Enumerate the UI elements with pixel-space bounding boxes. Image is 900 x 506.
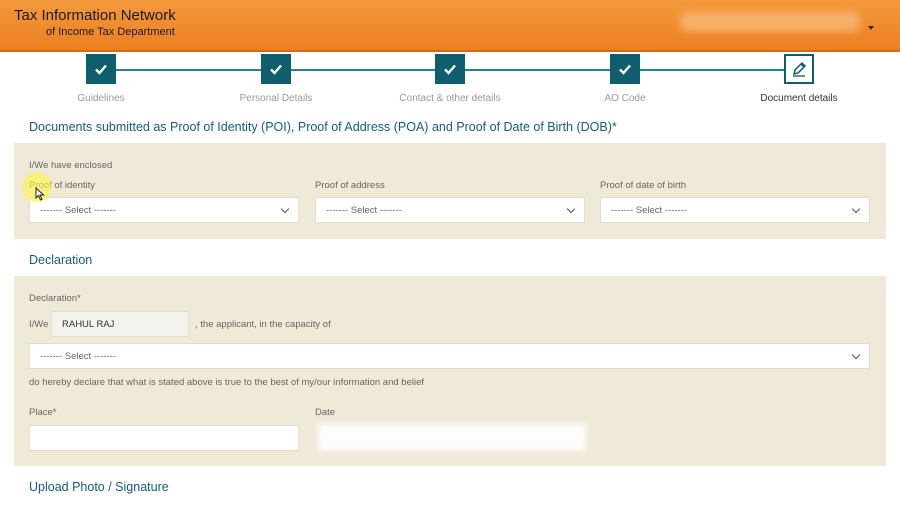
date-label: Date bbox=[315, 407, 336, 418]
dob-label: Proof of date of birth bbox=[600, 180, 687, 191]
step-personal-details-check-icon[interactable] bbox=[261, 54, 291, 84]
step-label-personal-details[interactable]: Personal Details bbox=[196, 93, 356, 104]
enclosed-label: I/We have enclosed bbox=[29, 160, 113, 171]
declaration-label: Declaration* bbox=[29, 293, 81, 304]
user-menu[interactable] bbox=[680, 12, 860, 32]
place-label: Place* bbox=[29, 407, 57, 418]
site-title: Tax Information Network bbox=[14, 7, 176, 24]
step-guidelines-check-icon[interactable] bbox=[86, 54, 116, 84]
place-input[interactable] bbox=[29, 425, 299, 451]
chevron-down-icon bbox=[566, 204, 576, 214]
step-label-contact-details[interactable]: Contact & other details bbox=[370, 93, 530, 104]
step-contact-details-check-icon[interactable] bbox=[435, 54, 465, 84]
dob-select[interactable]: ------- Select ------- bbox=[600, 197, 870, 223]
site-header: Tax Information Network of Income Tax De… bbox=[0, 0, 900, 52]
site-subtitle: of Income Tax Department bbox=[46, 26, 175, 38]
documents-section-title: Documents submitted as Proof of Identity… bbox=[29, 120, 617, 134]
upload-section-title: Upload Photo / Signature bbox=[29, 480, 169, 494]
chevron-down-icon bbox=[280, 204, 290, 214]
poi-select[interactable]: ------- Select ------- bbox=[29, 197, 299, 223]
step-ao-code-check-icon[interactable] bbox=[610, 54, 640, 84]
chevron-down-icon bbox=[851, 204, 861, 214]
poa-select-value: ------- Select ------- bbox=[326, 205, 402, 216]
mouse-pointer-icon bbox=[35, 187, 45, 201]
capacity-select-value: ------- Select ------- bbox=[40, 351, 116, 362]
declare-text: do hereby declare that what is stated ab… bbox=[29, 377, 425, 388]
poa-select[interactable]: ------- Select ------- bbox=[315, 197, 585, 223]
applicant-name-input[interactable]: RAHUL RAJ bbox=[51, 311, 189, 337]
capacity-text: , the applicant, in the capacity of bbox=[195, 319, 331, 330]
documents-panel: I/We have enclosed Proof of identity Pro… bbox=[14, 143, 886, 239]
capacity-select[interactable]: ------- Select ------- bbox=[29, 343, 870, 369]
applicant-name-value: RAHUL RAJ bbox=[62, 319, 115, 330]
declaration-section-title: Declaration bbox=[29, 253, 93, 267]
step-label-ao-code[interactable]: AO Code bbox=[545, 93, 705, 104]
step-label-guidelines[interactable]: Guidelines bbox=[21, 93, 181, 104]
poi-select-value: ------- Select ------- bbox=[40, 205, 116, 216]
dob-select-value: ------- Select ------- bbox=[611, 205, 687, 216]
step-document-details-edit-icon[interactable] bbox=[784, 54, 814, 84]
date-field[interactable] bbox=[318, 424, 586, 451]
chevron-down-icon[interactable] bbox=[868, 26, 874, 30]
chevron-down-icon bbox=[851, 350, 861, 360]
iwe-label: I/We bbox=[29, 319, 49, 330]
poa-label: Proof of address bbox=[315, 180, 385, 191]
step-label-document-details[interactable]: Document details bbox=[719, 93, 879, 104]
